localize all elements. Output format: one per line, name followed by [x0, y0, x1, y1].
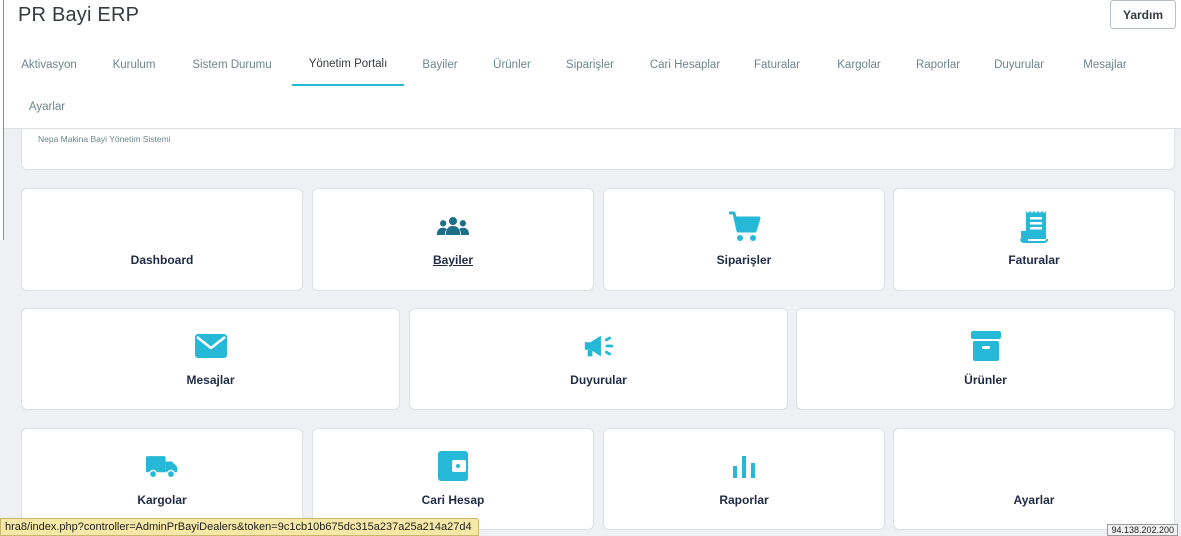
- tile-label: Siparişler: [716, 253, 772, 267]
- tile-label: Dashboard: [130, 253, 194, 267]
- tile-label: Cari Hesap: [421, 493, 485, 507]
- tile-label: Raporlar: [719, 493, 769, 507]
- tab-kurulum[interactable]: Kurulum: [99, 44, 169, 86]
- tile-bayiler[interactable]: Bayiler: [312, 188, 594, 291]
- info-subtitle: Nepa Makina Bayi Yönetim Sistemi: [38, 134, 171, 144]
- tab-urunler[interactable]: Ürünler: [482, 44, 542, 86]
- header-bar: PR Bayi ERP Yardım: [4, 0, 1181, 44]
- receipt-icon: [1017, 209, 1051, 243]
- tile-label: Duyurular: [570, 373, 627, 387]
- help-button[interactable]: Yardım: [1110, 0, 1176, 29]
- tile-label: Ayarlar: [1013, 493, 1055, 507]
- users-icon: [436, 209, 470, 243]
- browser-status-url: hra8/index.php?controller=AdminPrBayiDea…: [0, 518, 479, 536]
- tab-faturalar[interactable]: Faturalar: [744, 44, 810, 86]
- tile-raporlar[interactable]: Raporlar: [603, 428, 885, 530]
- tab-aktivasyon[interactable]: Aktivasyon: [4, 44, 94, 86]
- ip-address-badge: 94.138.202.200: [1107, 524, 1178, 536]
- app-title: PR Bayi ERP: [18, 4, 140, 26]
- truck-icon: [145, 449, 179, 483]
- cart-icon: [727, 209, 761, 243]
- tab-cari-hesaplar[interactable]: Cari Hesaplar: [640, 44, 730, 86]
- tile-label: Bayiler: [432, 253, 474, 267]
- tile-ayarlar[interactable]: Ayarlar: [893, 428, 1175, 530]
- envelope-icon: [194, 329, 228, 363]
- tab-siparisler[interactable]: Siparişler: [556, 44, 624, 86]
- tab-kargolar[interactable]: Kargolar: [828, 44, 890, 86]
- megaphone-icon: [582, 329, 616, 363]
- tab-raporlar[interactable]: Raporlar: [906, 44, 970, 86]
- tab-duyurular[interactable]: Duyurular: [984, 44, 1054, 86]
- tile-kargolar[interactable]: Kargolar: [21, 428, 303, 530]
- tile-label: Kargolar: [137, 493, 187, 507]
- tile-label: Mesajlar: [186, 373, 235, 387]
- tile-cari-hesap[interactable]: Cari Hesap: [312, 428, 594, 530]
- wallet-icon: [436, 449, 470, 483]
- tab-mesajlar[interactable]: Mesajlar: [1074, 44, 1136, 86]
- tile-siparisler[interactable]: Siparişler: [603, 188, 885, 291]
- info-card: Nepa Makina Bayi Yönetim Sistemi: [21, 129, 1175, 170]
- main-tabs: Aktivasyon Kurulum Sistem Durumu Yönetim…: [4, 44, 1181, 129]
- archive-box-icon: [969, 329, 1003, 363]
- tile-dashboard[interactable]: Dashboard: [21, 188, 303, 291]
- tab-sistem-durumu[interactable]: Sistem Durumu: [180, 44, 284, 86]
- bar-chart-icon: [727, 449, 761, 483]
- tile-duyurular[interactable]: Duyurular: [409, 308, 788, 410]
- tile-faturalar[interactable]: Faturalar: [893, 188, 1175, 291]
- tab-bayiler[interactable]: Bayiler: [412, 44, 468, 86]
- tab-yonetim-portali[interactable]: Yönetim Portalı: [292, 44, 404, 86]
- tile-mesajlar[interactable]: Mesajlar: [21, 308, 400, 410]
- tile-label: Ürünler: [964, 373, 1007, 387]
- tab-ayarlar[interactable]: Ayarlar: [8, 86, 86, 128]
- tile-label: Faturalar: [1008, 253, 1060, 267]
- tile-urunler[interactable]: Ürünler: [796, 308, 1175, 410]
